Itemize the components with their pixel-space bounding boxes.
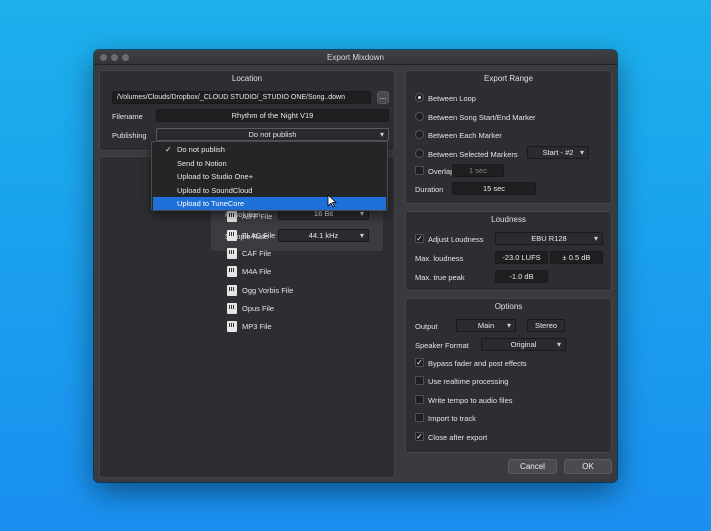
range-radio[interactable]: [415, 93, 424, 102]
marker-select[interactable]: Start - #2: [527, 146, 589, 159]
audio-file-icon: [227, 247, 237, 259]
speaker-format-select[interactable]: Original: [481, 338, 566, 351]
option-checkbox[interactable]: ✓: [415, 431, 424, 441]
location-panel: Location /Volumes/Clouds/Dropbox/_CLOUD …: [99, 70, 395, 151]
adjust-loudness-checkbox[interactable]: ✓: [415, 234, 424, 243]
publishing-dropdown-menu: ✓ Do not publish Send to Notion Upload to S…: [151, 141, 388, 211]
publishing-option[interactable]: ✓ Do not publish: [153, 143, 386, 156]
format-label: CAF File: [242, 248, 272, 258]
format-checkbox[interactable]: [212, 304, 221, 313]
adjust-loudness-label: Adjust Loudness: [428, 235, 484, 244]
max-loudness-label: Max. loudness: [415, 254, 464, 263]
range-option-label: Between Loop: [428, 94, 476, 103]
publishing-option-label: Do not publish: [177, 145, 225, 154]
option-checkbox[interactable]: [415, 413, 424, 423]
cancel-button[interactable]: Cancel: [508, 459, 557, 474]
option-label: Import to track: [428, 414, 476, 424]
audio-file-icon: [227, 266, 237, 278]
export-mixdown-window: Export Mixdown Location /Volumes/Clouds/…: [94, 50, 617, 482]
format-item[interactable]: FLAC File: [212, 229, 302, 243]
publishing-option-label: Send to Notion: [177, 158, 227, 168]
export-range-title: Export Range: [484, 74, 533, 83]
options-title: Options: [494, 302, 523, 311]
range-option-label: Between Selected Markers: [428, 149, 518, 159]
audio-file-icon: [227, 211, 237, 223]
publishing-option[interactable]: Send to Notion: [153, 157, 386, 170]
option-checkbox[interactable]: [415, 394, 424, 404]
location-path-field[interactable]: /Volumes/Clouds/Dropbox/_CLOUD STUDIO/_S…: [112, 91, 371, 104]
option-label: Use realtime processing: [428, 377, 509, 387]
overlap-checkbox[interactable]: [415, 166, 424, 175]
format-label: Opus File: [242, 303, 275, 313]
option-label: Write tempo to audio files: [428, 395, 513, 405]
format-checkbox[interactable]: [212, 267, 221, 276]
loudness-title: Loudness: [491, 215, 526, 224]
publishing-option-label: Upload to Studio One+: [177, 172, 254, 181]
filename-field[interactable]: Rhythm of the Night V19: [156, 109, 389, 122]
format-checkbox[interactable]: [212, 322, 221, 331]
format-item[interactable]: CAF File: [212, 247, 302, 261]
overlap-label: Overlap: [428, 167, 455, 176]
speaker-format-label: Speaker Format: [415, 341, 469, 350]
duration-field: 15 sec: [452, 182, 536, 195]
filename-label: Filename: [112, 112, 143, 121]
format-item[interactable]: M4A File: [212, 265, 302, 279]
mouse-cursor-icon: [327, 194, 337, 208]
format-label: MP3 File: [242, 322, 272, 332]
minimize-window-icon[interactable]: [111, 54, 118, 61]
format-item[interactable]: AIFF File: [212, 210, 302, 224]
zoom-window-icon[interactable]: [122, 54, 129, 61]
close-window-icon[interactable]: [100, 54, 107, 61]
publishing-option-label: Upload to SoundCloud: [177, 185, 253, 195]
overlap-field[interactable]: 1 sec: [452, 164, 504, 177]
loudness-standard-select[interactable]: EBU R128: [495, 232, 603, 245]
browse-button[interactable]: ...: [377, 91, 389, 104]
output-label: Output: [415, 322, 438, 331]
loudness-tolerance-field[interactable]: ± 0.5 dB: [550, 251, 603, 264]
option-checkbox[interactable]: ✓: [415, 358, 424, 367]
publishing-label: Publishing: [112, 131, 147, 140]
publishing-option[interactable]: Upload to TuneCore: [153, 197, 386, 210]
channel-field[interactable]: Stereo: [527, 319, 565, 332]
option-checkbox[interactable]: [415, 376, 424, 386]
check-icon: ✓: [165, 145, 172, 154]
range-radio[interactable]: [415, 130, 424, 139]
audio-file-icon: [227, 302, 237, 314]
range-radio[interactable]: [415, 111, 424, 121]
format-label: M4A File: [242, 267, 272, 277]
range-option-label: Between Each Marker: [428, 131, 502, 140]
format-checkbox[interactable]: [212, 231, 221, 240]
title-bar: Export Mixdown: [94, 50, 617, 65]
format-item[interactable]: Ogg Vorbis File: [212, 284, 302, 298]
duration-label: Duration: [415, 185, 444, 194]
publishing-select[interactable]: Do not publish: [156, 128, 389, 141]
format-checkbox[interactable]: [212, 249, 221, 258]
range-radio[interactable]: [415, 148, 424, 158]
format-item[interactable]: Opus File: [212, 302, 302, 316]
format-item[interactable]: MP3 File: [212, 320, 302, 334]
max-true-peak-field[interactable]: -1.0 dB: [495, 270, 548, 283]
option-label: Bypass fader and post effects: [428, 359, 527, 368]
location-title: Location: [231, 74, 263, 83]
publishing-option[interactable]: Upload to SoundCloud: [153, 184, 386, 197]
publishing-option-label: Upload to TuneCore: [177, 199, 245, 208]
max-loudness-field[interactable]: -23.0 LUFS: [495, 251, 548, 264]
ok-button[interactable]: OK: [564, 459, 612, 474]
output-select[interactable]: Main: [456, 319, 516, 332]
option-label: Close after export: [428, 432, 488, 442]
audio-file-icon: [227, 321, 237, 333]
audio-file-icon: [227, 229, 237, 241]
window-title: Export Mixdown: [327, 53, 384, 62]
format-label: AIFF File: [242, 212, 273, 222]
format-checkbox[interactable]: [212, 212, 221, 221]
publishing-option[interactable]: Upload to Studio One+: [153, 170, 386, 183]
audio-file-icon: [227, 284, 237, 296]
format-label: Ogg Vorbis File: [242, 285, 294, 295]
range-option-label: Between Song Start/End Marker: [428, 112, 536, 122]
max-true-peak-label: Max. true peak: [415, 273, 465, 282]
format-checkbox[interactable]: [212, 286, 221, 295]
format-label: FLAC File: [242, 230, 276, 240]
